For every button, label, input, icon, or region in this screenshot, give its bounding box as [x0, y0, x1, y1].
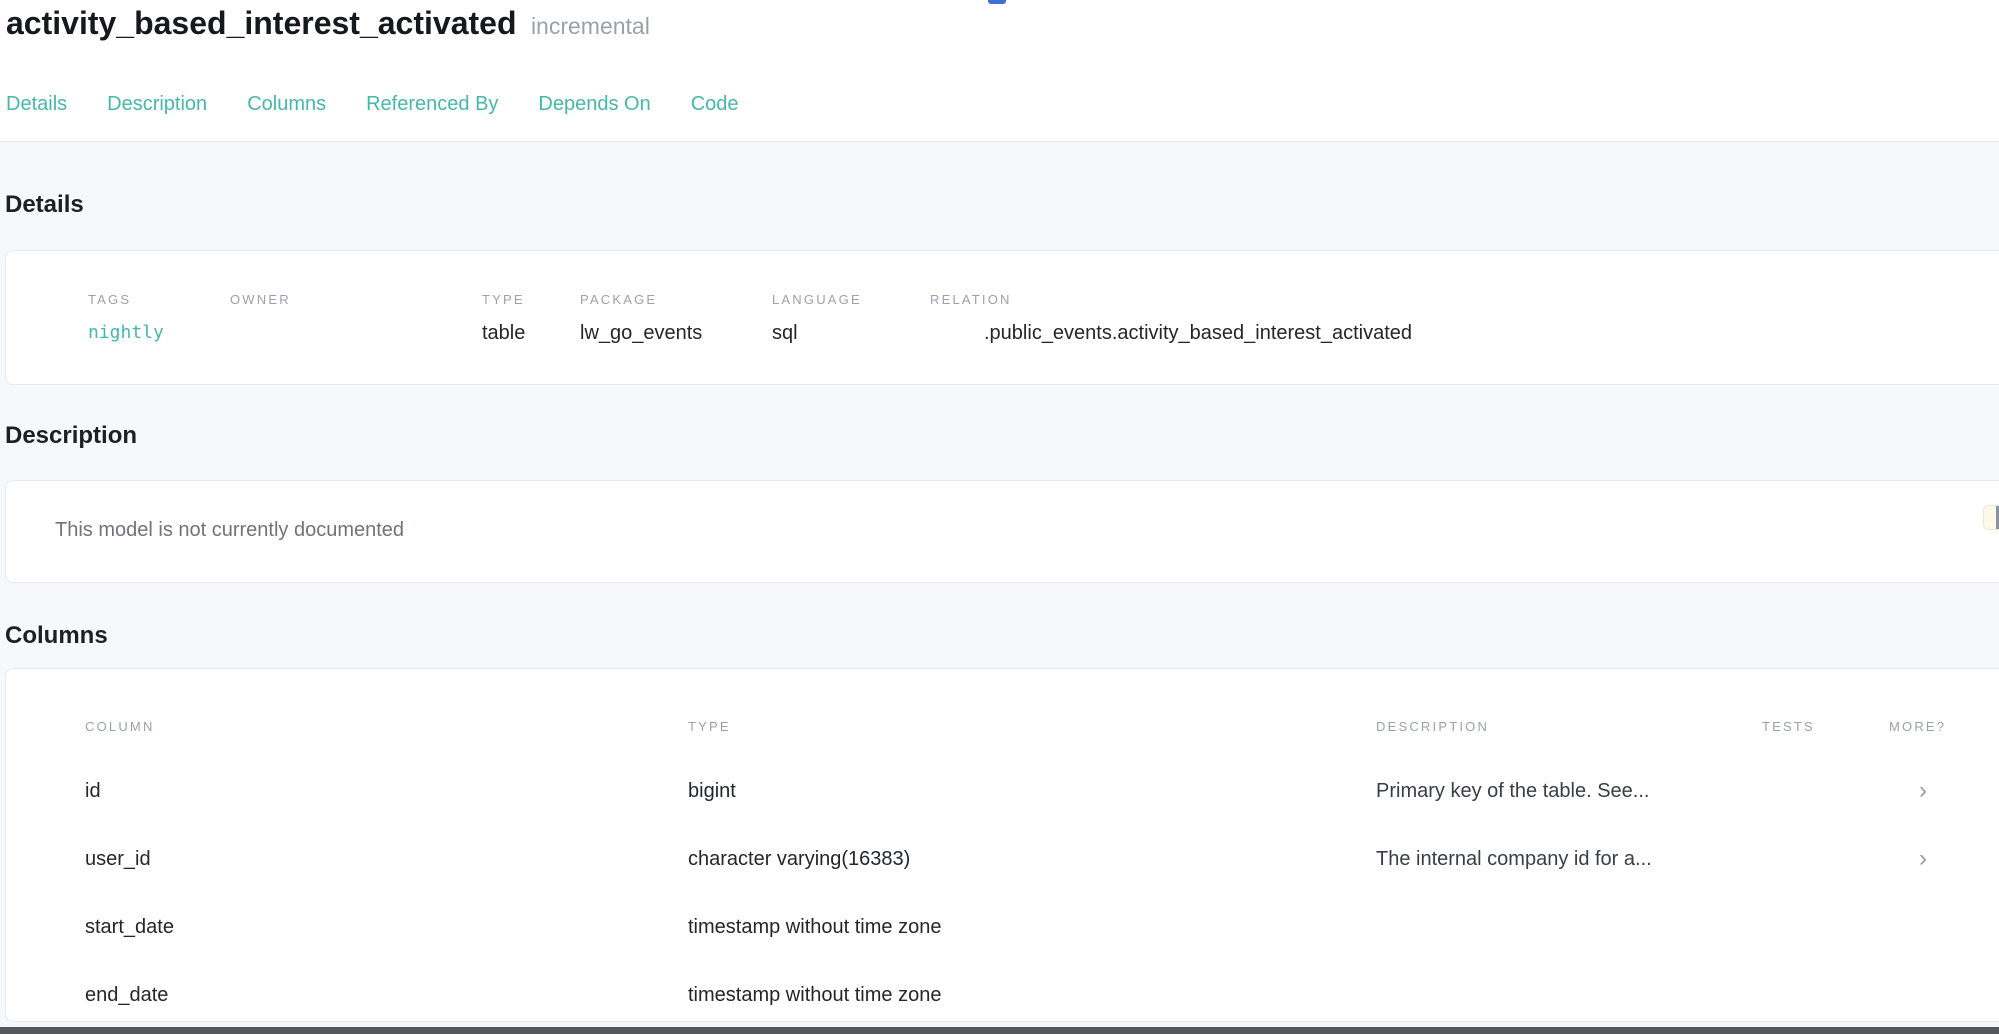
tab-description[interactable]: Description — [107, 91, 207, 117]
tab-code[interactable]: Code — [691, 91, 739, 117]
column-row-end-date[interactable]: end_date timestamp without time zone — [85, 961, 1999, 1022]
details-field-tags: TAGS nightly — [88, 292, 230, 384]
field-label: TYPE — [482, 292, 580, 308]
page-title: activity_based_interest_activated — [6, 5, 516, 41]
materialization-badge: incremental — [531, 13, 650, 39]
columns-table-body: id bigint Primary key of the table. See.… — [85, 757, 1999, 1022]
tab-depends-on[interactable]: Depends On — [538, 91, 650, 117]
details-section-heading: Details — [5, 190, 1999, 220]
edge-cutoff-button[interactable] — [1983, 505, 1999, 530]
tag-link[interactable]: nightly — [88, 321, 230, 345]
tab-columns[interactable]: Columns — [247, 91, 326, 117]
columns-card: COLUMN TYPE DESCRIPTION TESTS MORE? id b… — [5, 668, 1999, 1022]
header-column: COLUMN — [85, 719, 688, 735]
field-value: sql — [772, 321, 930, 345]
header-more: MORE? — [1889, 719, 1999, 735]
cell-column-name: end_date — [85, 984, 688, 1007]
details-card: TAGS nightly OWNER TYPE table PACKAGE lw… — [5, 250, 1999, 385]
columns-section-heading: Columns — [5, 621, 1999, 651]
details-field-type: TYPE table — [482, 292, 580, 384]
description-text: This model is not currently documented — [55, 518, 1999, 542]
cell-column-name: user_id — [85, 848, 688, 871]
column-row-id[interactable]: id bigint Primary key of the table. See.… — [85, 757, 1999, 825]
cell-column-name: id — [85, 780, 688, 803]
description-card: This model is not currently documented — [5, 480, 1999, 583]
chevron-right-icon: › — [1889, 779, 1999, 803]
field-label: RELATION — [930, 292, 1999, 308]
field-label: TAGS — [88, 292, 230, 308]
header-tests: TESTS — [1762, 719, 1889, 735]
section-tabs: Details Description Columns Referenced B… — [6, 91, 1999, 117]
column-row-start-date[interactable]: start_date timestamp without time zone — [85, 893, 1999, 961]
details-field-package: PACKAGE lw_go_events — [580, 292, 772, 384]
cell-column-type: character varying(16383) — [688, 848, 1376, 871]
field-label: PACKAGE — [580, 292, 772, 308]
columns-table-header: COLUMN TYPE DESCRIPTION TESTS MORE? — [85, 719, 1999, 735]
cell-column-type: bigint — [688, 780, 1376, 803]
field-label: LANGUAGE — [772, 292, 930, 308]
cell-column-description: Primary key of the table. See... — [1376, 780, 1762, 803]
details-field-owner: OWNER — [230, 292, 482, 384]
relation-value: .public_events.activity_based_interest_a… — [930, 321, 1999, 345]
field-value: table — [482, 321, 580, 345]
tab-referenced-by[interactable]: Referenced By — [366, 91, 498, 117]
field-label: OWNER — [230, 292, 482, 308]
title-line: activity_based_interest_activated increm… — [6, 2, 1999, 51]
cell-column-type: timestamp without time zone — [688, 916, 1376, 939]
column-row-user-id[interactable]: user_id character varying(16383) The int… — [85, 825, 1999, 893]
cell-column-description: The internal company id for a... — [1376, 848, 1762, 871]
model-header: activity_based_interest_activated increm… — [0, 0, 1999, 142]
header-type: TYPE — [688, 719, 1376, 735]
tab-details[interactable]: Details — [6, 91, 67, 117]
cell-column-type: timestamp without time zone — [688, 984, 1376, 1007]
bottom-window-edge — [0, 1027, 1999, 1034]
details-field-language: LANGUAGE sql — [772, 292, 930, 384]
header-description: DESCRIPTION — [1376, 719, 1762, 735]
details-field-relation: RELATION .public_events.activity_based_i… — [930, 292, 1999, 384]
description-section-heading: Description — [5, 421, 1999, 451]
top-edge-artifact — [988, 0, 1006, 4]
field-value: lw_go_events — [580, 321, 772, 345]
cell-column-name: start_date — [85, 916, 688, 939]
chevron-right-icon: › — [1889, 847, 1999, 871]
